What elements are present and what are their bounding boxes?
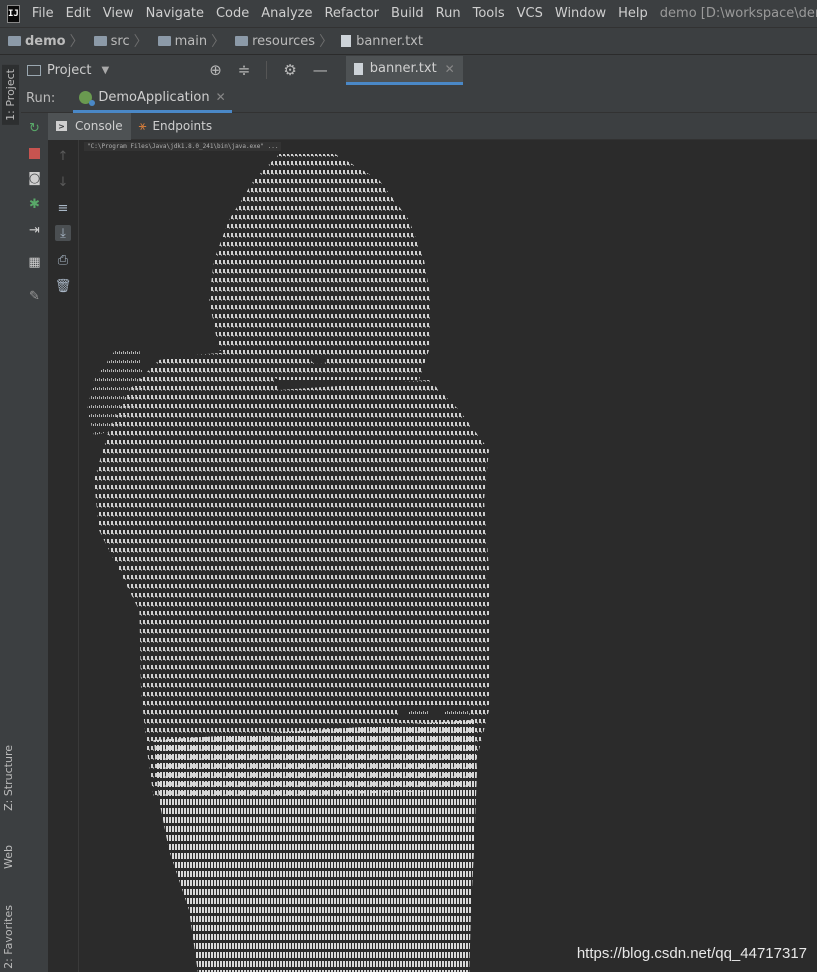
menu-edit[interactable]: Edit (60, 6, 97, 21)
menu-navigate[interactable]: Navigate (140, 6, 210, 21)
editor-tab-banner-txt[interactable]: banner.txt ✕ (345, 55, 463, 85)
menu-refactor[interactable]: Refactor (318, 6, 385, 21)
folder-icon (8, 36, 21, 46)
ascii-art-banner-image (87, 154, 489, 972)
console-toolbar: ↑ ↓ ≡ ⤓ ⎙ 🗑 (48, 140, 79, 972)
tool-tab-structure[interactable]: Z: Structure (2, 745, 15, 811)
hide-icon[interactable]: — (313, 61, 328, 79)
collapse-all-icon[interactable]: ≑ (238, 61, 251, 79)
text-file-icon (341, 35, 352, 47)
menu-help[interactable]: Help (612, 6, 654, 21)
console-icon: > (56, 121, 67, 131)
gear-icon[interactable]: ⚙ (283, 61, 296, 79)
tool-tab-favorites[interactable]: 2: Favorites (2, 905, 15, 969)
breadcrumb-banner-txt[interactable]: banner.txt (335, 34, 423, 49)
tab-console[interactable]: > Console (48, 112, 131, 140)
folder-icon (93, 36, 107, 46)
breadcrumb-demo[interactable]: demo (0, 34, 66, 49)
breadcrumb-resources[interactable]: resources (227, 34, 315, 49)
project-toolbar-icons: ⊕ ≑ ⚙ — (201, 61, 336, 79)
chevron-right-icon: 〉 (69, 34, 84, 50)
close-icon[interactable]: ✕ (216, 90, 226, 104)
rerun-icon[interactable]: ↻ (27, 121, 42, 136)
menu-run[interactable]: Run (430, 6, 467, 21)
exit-icon[interactable]: ⇥ (27, 223, 42, 238)
menu-analyze[interactable]: Analyze (255, 6, 318, 21)
print-icon[interactable]: ⎙ (55, 252, 71, 268)
breadcrumb-main[interactable]: main (150, 34, 207, 49)
divider (266, 61, 268, 79)
menu-tools[interactable]: Tools (467, 6, 511, 21)
menu-build[interactable]: Build (385, 6, 430, 21)
locate-target-icon[interactable]: ⊕ (209, 61, 222, 79)
stop-icon[interactable] (27, 146, 42, 161)
arrow-up-icon[interactable]: ↑ (55, 148, 71, 164)
menu-file[interactable]: File (26, 6, 60, 21)
chevron-right-icon: 〉 (319, 34, 334, 50)
window-title: demo [D:\workspace\demo] - ... (659, 6, 817, 21)
breadcrumb: demo 〉 src 〉 main 〉 resources 〉 banner.t… (0, 27, 817, 55)
soft-wrap-icon[interactable]: ≡ (55, 200, 71, 216)
layout-icon[interactable]: ▦ (27, 255, 42, 270)
text-file-icon (353, 62, 363, 75)
menu-vcs[interactable]: VCS (511, 6, 549, 21)
close-icon[interactable]: ✕ (445, 62, 455, 76)
pin-icon[interactable]: ✎ (27, 289, 42, 304)
menu-bar: IJ File Edit View Navigate Code Analyze … (0, 0, 817, 27)
trash-icon[interactable]: 🗑 (55, 278, 72, 294)
chevron-down-icon: ▼ (101, 64, 110, 76)
project-icon (27, 64, 41, 76)
tool-tab-web[interactable]: Web (2, 845, 15, 869)
intellij-logo-icon: IJ (7, 4, 20, 23)
debug-bug-icon[interactable]: ✱ (27, 197, 42, 212)
tool-tab-project[interactable]: 1: Project (2, 65, 19, 125)
run-tool-header: Run: DemoApplication ✕ (21, 85, 817, 113)
menu-view[interactable]: View (97, 6, 140, 21)
endpoints-icon: ⚹ (138, 118, 147, 134)
spring-boot-icon (79, 90, 96, 106)
scroll-to-end-icon[interactable]: ⤓ (55, 225, 71, 241)
left-tool-strip: 1: Project Z: Structure Web 2: Favorites (0, 55, 22, 972)
project-toolbar: Project ▼ ⊕ ≑ ⚙ — banner.txt ✕ (21, 55, 817, 86)
menu-window[interactable]: Window (549, 6, 612, 21)
arrow-down-icon[interactable]: ↓ (55, 174, 71, 190)
run-toolbar: ↻ ◙ ✱ ⇥ ▦ ✎ (21, 113, 49, 972)
run-subtabs: > Console ⚹ Endpoints (48, 112, 817, 140)
csdn-watermark: https://blog.csdn.net/qq_44717317 (576, 945, 807, 962)
project-view-selector[interactable]: Project ▼ (27, 63, 109, 78)
camera-icon[interactable]: ◙ (27, 171, 42, 186)
folder-icon (157, 36, 171, 46)
run-tab-demoapplication[interactable]: DemoApplication ✕ (73, 85, 232, 113)
breadcrumb-src[interactable]: src (86, 34, 130, 49)
chevron-right-icon: 〉 (133, 34, 148, 50)
chevron-right-icon: 〉 (211, 34, 226, 50)
console-output[interactable]: "C:\Program Files\Java\jdk1.8.0_241\bin\… (79, 140, 817, 972)
menu-code[interactable]: Code (210, 6, 255, 21)
run-label: Run: (26, 91, 56, 106)
tab-endpoints[interactable]: ⚹ Endpoints (131, 113, 220, 140)
resources-folder-icon (235, 36, 249, 46)
